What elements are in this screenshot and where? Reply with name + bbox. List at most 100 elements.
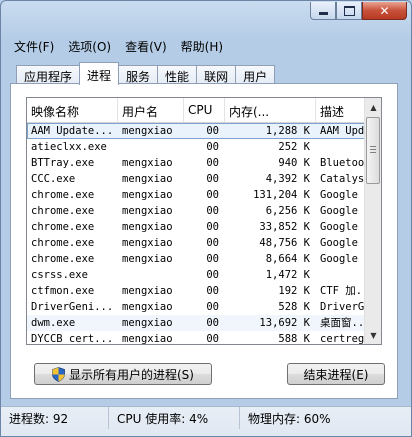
tab-networking[interactable]: 联网	[196, 65, 237, 84]
cell-memory: 131,204 K	[253, 189, 310, 201]
process-row[interactable]: chrome.exe mengxiao 00 131,204 K Google ...	[27, 187, 365, 203]
cell-cpu: 00	[206, 269, 219, 281]
list-header: 映像名称 用户名 CPU 内存(... 描述	[27, 98, 365, 123]
menu-options[interactable]: 选项(O)	[60, 34, 117, 56]
process-row[interactable]: chrome.exe mengxiao 00 6,256 K Google ...	[27, 203, 365, 219]
process-row[interactable]: chrome.exe mengxiao 00 33,852 K Google ...	[27, 219, 365, 235]
cell-image-name: chrome.exe	[31, 205, 95, 217]
cell-image-name: chrome.exe	[31, 221, 95, 233]
cell-user-name: mengxiao	[122, 189, 173, 201]
status-process-count: 进程数: 92	[1, 407, 109, 429]
column-memory[interactable]: 内存(...	[225, 98, 316, 122]
cell-description: 桌面窗...	[320, 317, 365, 329]
cell-memory: 528 K	[278, 301, 310, 313]
column-user-name[interactable]: 用户名	[118, 98, 184, 122]
cell-memory: 192 K	[278, 285, 310, 297]
cell-description: certreg	[320, 333, 365, 345]
process-list[interactable]: 映像名称 用户名 CPU 内存(... 描述 AAM Update... meng…	[26, 97, 382, 345]
cell-cpu: 00	[206, 125, 219, 137]
cell-description: Bluetoo...	[320, 157, 365, 169]
end-process-button[interactable]: 结束进程(E)	[287, 363, 385, 385]
tab-users[interactable]: 用户	[235, 65, 276, 84]
menu-view[interactable]: 查看(V)	[117, 34, 173, 56]
cell-user-name: mengxiao	[122, 157, 173, 169]
cell-image-name: csrss.exe	[31, 269, 88, 281]
cell-image-name: AAM Update...	[31, 125, 114, 137]
cell-user-name: mengxiao	[122, 333, 173, 345]
tab-services[interactable]: 服务	[118, 65, 159, 84]
cell-description: CTF 加...	[320, 285, 365, 297]
close-icon: ✕	[379, 3, 390, 18]
vertical-scrollbar[interactable]: ▲ ▼	[364, 98, 381, 344]
end-process-label: 结束进程(E)	[303, 367, 369, 382]
process-row[interactable]: ctfmon.exe mengxiao 00 192 K CTF 加...	[27, 283, 365, 299]
uac-shield-icon	[52, 366, 65, 382]
cell-description: Google ...	[320, 253, 365, 265]
cell-memory: 8,664 K	[265, 253, 310, 265]
process-row[interactable]: dwm.exe mengxiao 00 13,692 K 桌面窗...	[27, 315, 365, 331]
cell-user-name: mengxiao	[122, 301, 173, 313]
cell-image-name: BTTray.exe	[31, 157, 95, 169]
tab-processes[interactable]: 进程	[79, 62, 120, 85]
close-button[interactable]: ✕	[362, 2, 407, 20]
cell-user-name	[118, 267, 184, 283]
tab-strip: 应用程序 进程 服务 性能 联网 用户	[16, 62, 276, 85]
cell-image-name: DYCCB_cert...	[31, 333, 114, 345]
cell-user-name: mengxiao	[122, 173, 173, 185]
cell-cpu: 00	[206, 173, 219, 185]
cell-description: Google ...	[320, 189, 365, 201]
cell-cpu: 00	[206, 253, 219, 265]
list-rows: AAM Update... mengxiao 00 1,288 K AAM Upd...…	[27, 123, 365, 345]
cell-user-name: mengxiao	[122, 125, 173, 137]
process-row[interactable]: BTTray.exe mengxiao 00 940 K Bluetoo...	[27, 155, 365, 171]
process-row[interactable]: chrome.exe mengxiao 00 48,756 K Google ...	[27, 235, 365, 251]
scroll-thumb[interactable]	[366, 117, 380, 184]
cell-user-name	[118, 139, 184, 155]
process-row[interactable]: atieclxx.exe 00 252 K	[27, 139, 365, 155]
process-row[interactable]: chrome.exe mengxiao 00 8,664 K Google ...	[27, 251, 365, 267]
cell-cpu: 00	[206, 189, 219, 201]
cell-memory: 13,692 K	[259, 317, 310, 329]
minimize-button[interactable]	[310, 2, 336, 20]
cell-cpu: 00	[206, 141, 219, 153]
cell-cpu: 00	[206, 301, 219, 313]
process-row[interactable]: DYCCB_cert... mengxiao 00 588 K certreg	[27, 331, 365, 345]
task-manager-window: ✕ 文件(F) 选项(O) 查看(V) 帮助(H) 应用程序 进程 服务 性能 …	[0, 0, 412, 437]
cell-image-name: chrome.exe	[31, 253, 95, 265]
scroll-up-icon[interactable]: ▲	[366, 99, 381, 115]
menu-file[interactable]: 文件(F)	[6, 34, 60, 56]
process-row[interactable]: AAM Update... mengxiao 00 1,288 K AAM Upd...	[27, 123, 365, 139]
menu-bar: 文件(F) 选项(O) 查看(V) 帮助(H)	[6, 34, 406, 56]
cell-memory: 48,756 K	[259, 237, 310, 249]
caption-buttons: ✕	[310, 2, 407, 22]
cell-cpu: 00	[206, 285, 219, 297]
cell-memory: 1,288 K	[265, 125, 310, 137]
maximize-button[interactable]	[336, 2, 362, 20]
cell-memory: 6,256 K	[265, 205, 310, 217]
cell-cpu: 00	[206, 333, 219, 345]
column-image-name[interactable]: 映像名称	[27, 98, 118, 122]
scroll-down-icon[interactable]: ▼	[366, 327, 381, 343]
cell-image-name: atieclxx.exe	[31, 141, 107, 153]
cell-user-name: mengxiao	[122, 237, 173, 249]
cell-memory: 252 K	[278, 141, 310, 153]
cell-cpu: 00	[206, 205, 219, 217]
cell-cpu: 00	[206, 157, 219, 169]
cell-memory: 4,392 K	[265, 173, 310, 185]
process-row[interactable]: DriverGeni... mengxiao 00 528 K DriverG...	[27, 299, 365, 315]
cell-user-name: mengxiao	[122, 253, 173, 265]
cell-user-name: mengxiao	[122, 317, 173, 329]
show-all-users-button[interactable]: 显示所有用户的进程(S)	[34, 363, 212, 385]
menu-help[interactable]: 帮助(H)	[173, 34, 229, 56]
status-cpu-usage: CPU 使用率: 4%	[109, 407, 240, 429]
cell-description: AAM Upd...	[320, 125, 365, 137]
process-row[interactable]: CCC.exe mengxiao 00 4,392 K Catalys...	[27, 171, 365, 187]
column-cpu[interactable]: CPU	[184, 98, 225, 122]
tab-applications[interactable]: 应用程序	[16, 65, 81, 84]
cell-description: Catalys...	[320, 173, 365, 185]
column-description[interactable]: 描述	[316, 98, 365, 122]
tab-performance[interactable]: 性能	[157, 65, 198, 84]
process-row[interactable]: csrss.exe 00 1,472 K	[27, 267, 365, 283]
cell-image-name: chrome.exe	[31, 189, 95, 201]
grip-icon	[370, 146, 376, 155]
